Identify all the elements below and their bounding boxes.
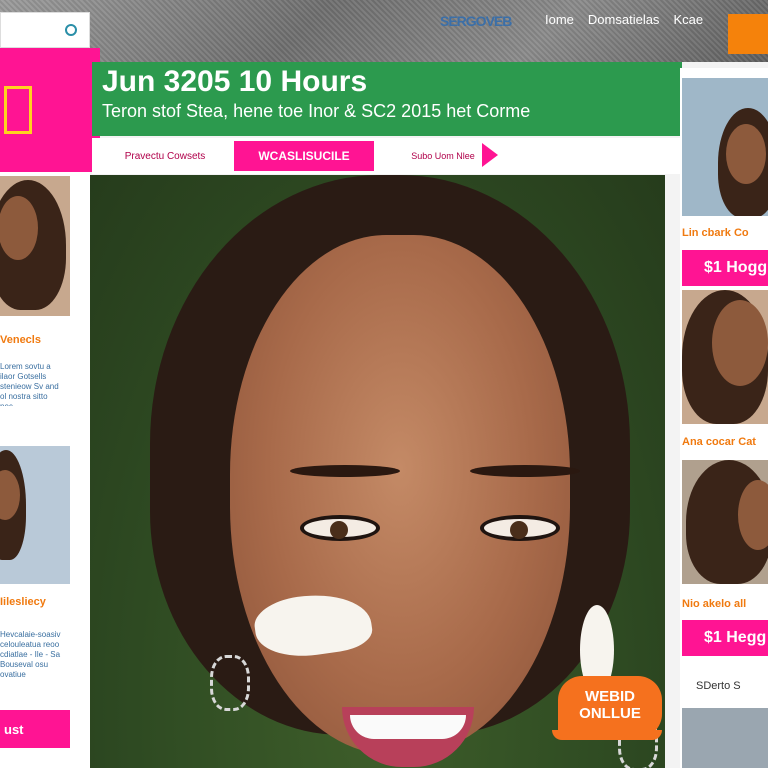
right-item-label-3[interactable]: Nio akelo all [682, 598, 746, 610]
search-box[interactable] [0, 12, 90, 48]
nav-link-destinations[interactable]: Domsatielas [588, 12, 660, 32]
badge-tail [552, 730, 662, 740]
right-footer-text[interactable]: SDerto S [696, 680, 741, 692]
nav-link-more[interactable]: Kcae [673, 12, 703, 32]
right-price-button-1[interactable]: $1 Hogg [682, 250, 768, 286]
banner-subtitle: Teron stof Stea, hene toe Inor & SC2 201… [102, 101, 531, 121]
right-thumb-2[interactable] [682, 290, 768, 424]
promo-icon [4, 86, 32, 134]
top-nav: Iome Domsatielas Kcae [545, 12, 703, 32]
left-item-text-1: Lorem sovtu a ilaor Gotsells stenieow Sv… [0, 362, 59, 406]
right-thumb-4[interactable] [682, 708, 768, 768]
site-logo[interactable]: SERGOVEB [440, 10, 542, 32]
left-item-label-1[interactable]: Venecls [0, 334, 41, 346]
left-thumb-1[interactable] [0, 176, 70, 316]
right-item-label-2[interactable]: Ana cocar Cat [682, 436, 756, 448]
tab-previous[interactable]: Pravectu Cowsets [110, 141, 220, 171]
menu-button[interactable] [728, 14, 768, 54]
tab-active[interactable]: WCASLISUCILE [234, 141, 374, 171]
left-item-text-2: Hevcalaie-soasiv celouleatua reoo cdiatl… [0, 630, 61, 679]
promo-block[interactable] [0, 48, 100, 172]
live-badge[interactable]: WEBID ONLLUE [558, 676, 662, 738]
right-thumb-3[interactable] [682, 460, 768, 584]
banner-title: Jun 3205 10 Hours [102, 65, 368, 98]
left-thumb-2[interactable] [0, 446, 70, 584]
search-icon[interactable] [65, 24, 77, 36]
right-thumb-1[interactable] [682, 78, 768, 216]
left-cta-button[interactable]: ust [0, 710, 70, 748]
chevron-right-icon[interactable] [482, 143, 498, 167]
right-item-label-1[interactable]: Lin cbark Co [682, 227, 749, 239]
nav-link-home[interactable]: Iome [545, 12, 574, 32]
left-item-label-2[interactable]: Iilesliecy [0, 596, 46, 608]
right-price-button-2[interactable]: $1 Hegg S [682, 620, 768, 656]
